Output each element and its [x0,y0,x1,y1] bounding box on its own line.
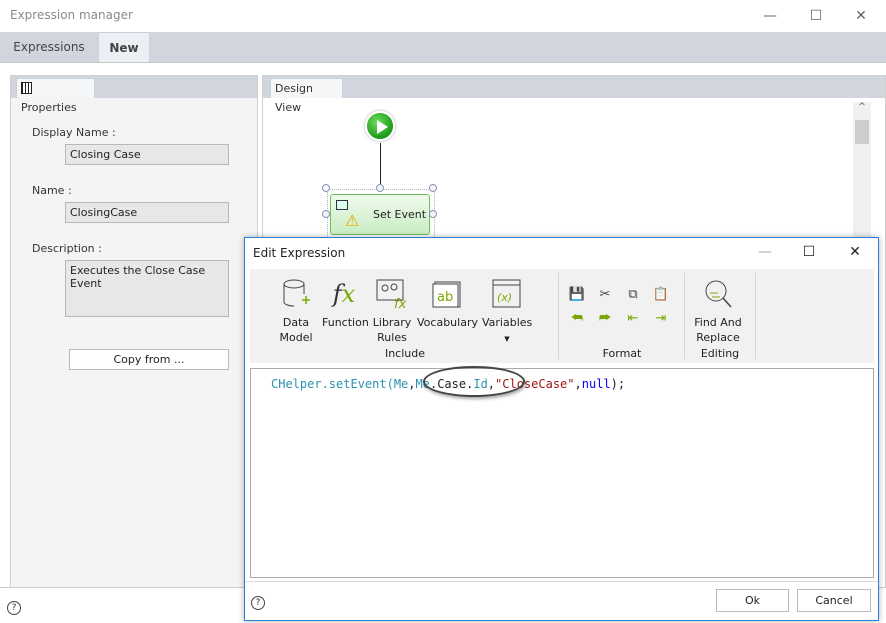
paste-icon[interactable]: 📋 [652,287,670,303]
properties-panel: Properties Display Name : Closing Case N… [10,75,258,589]
find-replace-icon [688,277,748,311]
resize-handle[interactable] [376,184,384,192]
code-token: null [581,377,611,391]
connector-line [380,143,381,188]
function-label: Function [322,316,369,329]
library-rules-label: Library Rules [372,316,412,344]
play-icon [377,120,388,134]
warning-icon: ⚠ [345,211,360,230]
library-rules-icon: fx [372,277,412,311]
dialog-minimize-button[interactable]: — [753,242,777,262]
dialog-maximize-button[interactable]: ☐ [797,242,821,262]
design-view-header [263,76,885,98]
include-group-label: Include [384,347,426,360]
vocabulary-label: Vocabulary [417,316,478,329]
tab-strip: Expressions New [0,32,886,62]
description-label: Description : [32,242,102,255]
maximize-button[interactable]: ☐ [804,6,828,26]
description-field[interactable]: Executes the Close Case Event [65,260,229,317]
variables-label: Variables [482,316,533,329]
svg-text:ab: ab [437,290,453,305]
resize-handle[interactable] [322,184,330,192]
display-name-field[interactable]: Closing Case [65,144,229,165]
variables-button[interactable]: (x) Variables ▼ [482,277,532,347]
find-replace-label: Find And Replace [694,316,742,344]
data-model-label: Data Model [279,316,313,344]
name-label: Name : [32,184,72,197]
help-icon[interactable]: ? [7,601,21,615]
design-view-tab[interactable]: Design View [270,78,343,114]
resize-handle[interactable] [429,210,437,218]
ok-button[interactable]: Ok [716,589,789,612]
outdent-icon[interactable]: ⇤ [624,311,642,327]
resize-handle[interactable] [322,210,330,218]
variables-icon: (x) [482,277,532,311]
code-token: CHelper.setEvent( [271,377,394,391]
dialog-close-button[interactable]: ✕ [843,242,867,262]
dialog-help-icon[interactable]: ? [251,596,265,610]
dropdown-arrow-icon: ▼ [504,335,510,343]
edit-expression-dialog: Edit Expression — ☐ ✕ Data Model fx Func… [244,237,879,621]
function-button[interactable]: fx Function [322,277,369,330]
redo-icon[interactable]: ⮫ [596,311,614,327]
database-icon [276,277,316,311]
cancel-button[interactable]: Cancel [797,589,871,612]
properties-tab[interactable]: Properties [16,78,95,114]
scroll-thumb[interactable] [855,120,869,144]
save-icon[interactable]: 💾 [568,287,586,303]
group-separator [755,273,756,359]
minimize-button[interactable]: — [758,6,782,26]
undo-icon[interactable]: ⮪ [568,311,586,327]
svg-text:(x): (x) [497,291,512,304]
data-model-button[interactable]: Data Model [276,277,316,345]
dialog-title: Edit Expression [253,246,346,260]
editing-group-label: Editing [700,347,740,360]
screen-icon [336,200,348,210]
highlight-ellipse [423,366,525,397]
code-token: ); [610,377,626,391]
cut-icon[interactable]: ✂ [596,287,614,303]
expression-editor[interactable]: CHelper.setEvent(Me,Me.Case.Id,"CloseCas… [250,366,874,578]
copy-from-button[interactable]: Copy from ... [69,349,229,370]
group-separator [684,273,685,359]
close-button[interactable]: ✕ [849,6,873,26]
window-title: Expression manager [10,8,133,22]
scroll-up-icon[interactable]: ^ [853,102,871,112]
node-label: Set Event [373,208,427,221]
format-group-label: Format [602,347,642,360]
properties-tab-label: Properties [21,101,77,114]
footer-divider [245,581,878,582]
find-replace-button[interactable]: Find And Replace [688,277,748,345]
indent-icon[interactable]: ⇥ [652,311,670,327]
tab-new[interactable]: New [98,32,150,62]
code-token: Me [393,377,409,391]
name-field[interactable]: ClosingCase [65,202,229,223]
library-rules-button[interactable]: fx Library Rules [372,277,412,345]
title-bar: Expression manager — ☐ ✕ [0,0,886,32]
svg-text:fx: fx [394,297,407,309]
code-token: , [408,377,416,391]
copy-icon[interactable]: ⧉ [624,287,642,303]
properties-icon [21,82,32,94]
ribbon: Data Model fx Function fx Library Rules … [250,269,874,363]
tab-expressions[interactable]: Expressions [0,32,98,62]
code-token: , [574,377,582,391]
start-node[interactable] [365,111,395,141]
function-icon: fx [332,279,356,308]
group-separator [558,273,559,359]
resize-handle[interactable] [429,184,437,192]
set-event-node[interactable]: ⚠ Set Event [330,194,430,235]
vocabulary-button[interactable]: ab Vocabulary [417,277,478,330]
display-name-label: Display Name : [32,126,116,139]
vocabulary-icon: ab [417,277,477,311]
